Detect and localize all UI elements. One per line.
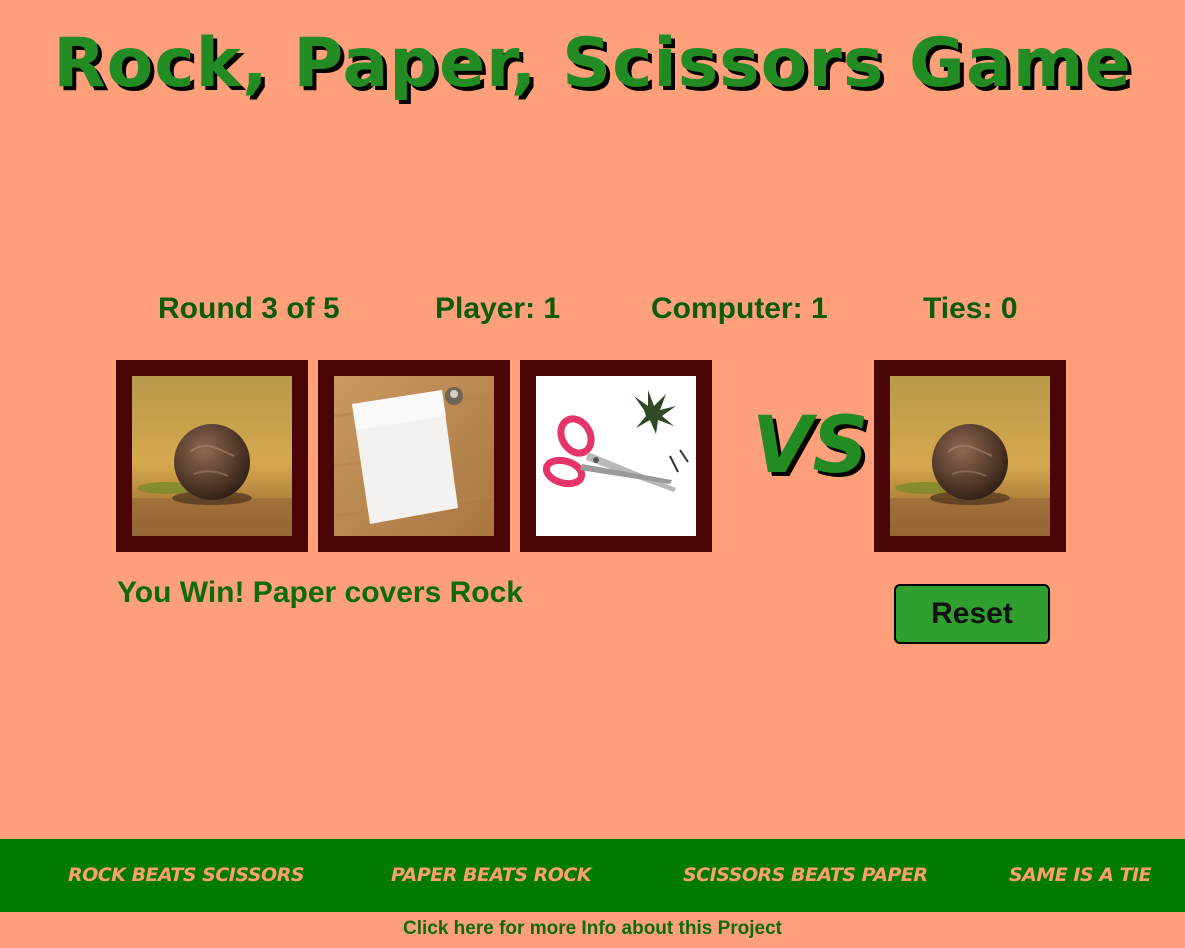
rock-choice-button[interactable] (116, 360, 308, 552)
result-message: You Win! Paper covers Rock (117, 576, 523, 609)
project-info-link[interactable]: Click here for more Info about this Proj… (0, 918, 1185, 940)
scissors-image (536, 376, 696, 536)
reset-button[interactable]: Reset (894, 584, 1050, 644)
rule-tie: SAME IS A TIE (1009, 864, 1152, 886)
paper-image (334, 376, 494, 536)
rock-image (132, 376, 292, 536)
computer-choice-display (874, 360, 1066, 552)
computer-score: Computer: 1 (651, 292, 828, 325)
rule-paper: PAPER BEATS ROCK (391, 864, 592, 886)
scissors-choice-button[interactable] (520, 360, 712, 552)
rule-scissors: SCISSORS BEATS PAPER (683, 864, 928, 886)
versus-label: VS (752, 401, 869, 491)
ties-score: Ties: 0 (923, 292, 1018, 325)
player-score: Player: 1 (435, 292, 561, 325)
paper-choice-button[interactable] (318, 360, 510, 552)
rules-bar: ROCK BEATS SCISSORS PAPER BEATS ROCK SCI… (0, 839, 1185, 912)
round-counter: Round 3 of 5 (158, 292, 340, 325)
rock-image (890, 376, 1050, 536)
game-title: Rock, Paper, Scissors Game (53, 24, 1132, 103)
rule-rock: ROCK BEATS SCISSORS (68, 864, 305, 886)
